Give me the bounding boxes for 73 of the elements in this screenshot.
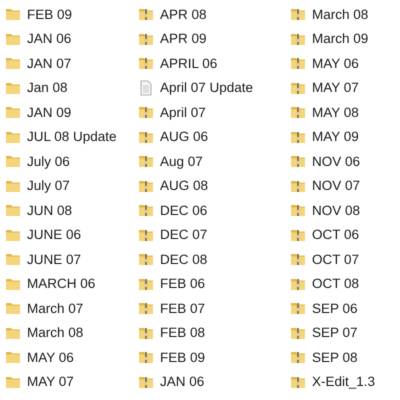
file-item[interactable]: NOV 06 (290, 149, 400, 174)
zipped-folder-icon (138, 202, 154, 218)
file-item[interactable]: MAY 07 (5, 370, 138, 394)
file-item[interactable]: JUNE 07 (5, 247, 138, 272)
file-item[interactable]: X-Edit_1.3 (290, 370, 400, 394)
zipped-folder-icon (138, 300, 154, 316)
file-item[interactable]: JUNE 06 (5, 222, 138, 247)
zipped-folder-icon (290, 153, 306, 170)
zipped-folder-icon (138, 153, 154, 170)
file-item[interactable]: NOV 07 (290, 174, 400, 198)
file-item[interactable]: OCT 08 (290, 272, 400, 296)
file-item[interactable]: OCT 06 (290, 222, 400, 247)
file-item[interactable]: DEC 06 (138, 198, 290, 222)
zipped-folder-icon (290, 55, 306, 72)
file-item[interactable]: April 07 (138, 100, 290, 124)
file-item[interactable]: JUN 08 (5, 198, 138, 222)
file-item[interactable]: SEP 08 (290, 345, 400, 370)
zipped-folder-icon (138, 55, 154, 72)
folder-icon (5, 251, 21, 268)
file-item[interactable]: AUG 06 (138, 124, 290, 149)
file-item[interactable]: Aug 07 (138, 149, 290, 174)
folder-icon (5, 300, 21, 316)
file-item[interactable]: APRIL 06 (138, 51, 290, 76)
file-item[interactable]: SEP 07 (290, 320, 400, 345)
file-item[interactable]: JUL 08 Update (5, 124, 138, 149)
zipped-folder-icon (138, 6, 154, 22)
folder-icon (5, 153, 21, 170)
file-item[interactable]: JAN 07 (5, 51, 138, 76)
zipped-folder-icon (290, 349, 306, 366)
zipped-folder-icon (290, 202, 306, 218)
file-item[interactable]: FEB 06 (138, 272, 290, 296)
file-item[interactable]: MAY 06 (290, 51, 400, 76)
file-item[interactable]: FEB 09 (5, 2, 138, 26)
file-item[interactable]: MARCH 06 (5, 272, 138, 296)
file-item[interactable]: FEB 08 (138, 320, 290, 345)
zipped-folder-icon (290, 251, 306, 268)
folder-icon (5, 55, 21, 72)
folder-icon (5, 202, 21, 218)
file-item[interactable]: FEB 09 (138, 345, 290, 370)
file-item[interactable]: March 09 (290, 26, 400, 51)
zipped-folder-icon (138, 251, 154, 268)
document-icon (138, 80, 154, 96)
file-item[interactable]: MAY 09 (290, 124, 400, 149)
file-item[interactable]: AUG 08 (138, 174, 290, 198)
file-item[interactable]: March 07 (5, 296, 138, 320)
file-item[interactable]: APR 08 (138, 2, 290, 26)
folder-icon (5, 104, 21, 120)
file-item[interactable]: OCT 07 (290, 247, 400, 272)
file-item[interactable]: March 08 (290, 2, 400, 26)
file-item[interactable]: MAY 08 (290, 100, 400, 124)
file-item[interactable]: March 08 (5, 320, 138, 345)
file-item[interactable]: MAY 06 (5, 345, 138, 370)
file-item[interactable]: JAN 09 (5, 100, 138, 124)
file-item[interactable]: APR 09 (138, 26, 290, 51)
zipped-folder-icon (290, 104, 306, 120)
folder-icon (5, 6, 21, 22)
file-item[interactable]: FEB 07 (138, 296, 290, 320)
file-item[interactable]: MAY 07 (290, 76, 400, 100)
file-item[interactable]: DEC 08 (138, 247, 290, 272)
file-item[interactable]: DEC 07 (138, 222, 290, 247)
file-item[interactable]: July 06 (5, 149, 138, 174)
file-item[interactable]: NOV 08 (290, 198, 400, 222)
file-item[interactable]: JAN 06 (138, 370, 290, 394)
file-item[interactable]: April 07 Update (138, 76, 290, 100)
file-item[interactable]: Jan 08 (5, 76, 138, 100)
zipped-folder-icon (290, 6, 306, 22)
file-item[interactable]: July 07 (5, 174, 138, 198)
zipped-folder-icon (290, 300, 306, 316)
folder-icon (5, 349, 21, 366)
zipped-folder-icon (138, 349, 154, 366)
file-item[interactable]: JAN 06 (5, 26, 138, 51)
zipped-folder-icon (138, 104, 154, 120)
file-item[interactable]: SEP 06 (290, 296, 400, 320)
